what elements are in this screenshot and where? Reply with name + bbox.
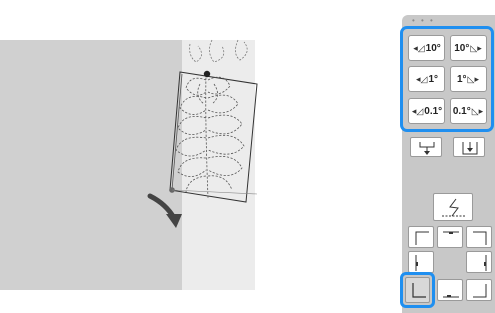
edge-top-icon — [443, 231, 459, 234]
rotate-left-1-button[interactable]: ◂◿ 1° — [408, 66, 445, 92]
rotate-left-10-button[interactable]: ◂◿ 10° — [408, 35, 445, 61]
edge-bottom-icon — [443, 295, 459, 298]
edge-left-button[interactable] — [408, 251, 434, 273]
edge-bottom-button[interactable] — [437, 279, 463, 301]
arrow-down-box-icon — [462, 142, 478, 155]
edge-left-icon — [415, 255, 418, 271]
embroidery-canvas[interactable] — [0, 0, 300, 313]
corner-bottom-right-icon — [473, 284, 487, 298]
arrow-down-bracket-icon — [419, 142, 435, 155]
corner-top-left-button[interactable] — [408, 226, 434, 248]
corner-bottom-left-icon — [412, 283, 426, 298]
rotation-button-group: ◂◿ 10° 10° ◺▸ ◂◿ 1° 1° ◺▸ ◂◿ 0.1° 0.1° ◺▸ — [400, 26, 494, 132]
edge-top-button[interactable] — [437, 226, 463, 248]
edge-right-icon — [484, 255, 487, 271]
baseline-align-button[interactable] — [433, 193, 473, 221]
corner-top-right-button[interactable] — [466, 226, 492, 248]
rotate-right-icon: ◺▸ — [471, 105, 484, 116]
fabric-left-area — [0, 40, 182, 290]
corner-top-left-icon — [415, 231, 429, 245]
rotate-left-icon: ◂◿ — [411, 105, 424, 116]
pivot-point[interactable] — [203, 70, 211, 78]
rotate-right-icon: ◺▸ — [470, 42, 482, 53]
corner-bottom-left-button[interactable] — [405, 277, 430, 303]
rotate-left-0-1-button[interactable]: ◂◿ 0.1° — [408, 98, 445, 124]
move-down-right-button[interactable] — [453, 137, 485, 157]
zigzag-baseline-icon — [442, 198, 466, 217]
edge-right-button[interactable] — [466, 251, 492, 273]
rotate-right-icon: ◺▸ — [467, 73, 479, 84]
rotate-right-0-1-button[interactable]: 0.1° ◺▸ — [450, 98, 487, 124]
rotate-right-10-button[interactable]: 10° ◺▸ — [450, 35, 487, 61]
corner-bottom-right-button[interactable] — [466, 279, 492, 301]
rotate-left-icon: ◂◿ — [415, 73, 428, 84]
corner-top-right-icon — [473, 231, 487, 245]
rotate-right-1-button[interactable]: 1° ◺▸ — [450, 66, 487, 92]
canvas-drawing — [0, 39, 258, 290]
move-down-left-button[interactable] — [410, 137, 442, 157]
rotate-left-icon: ◂◿ — [413, 42, 425, 53]
corner-bottom-left-selection — [400, 272, 435, 308]
